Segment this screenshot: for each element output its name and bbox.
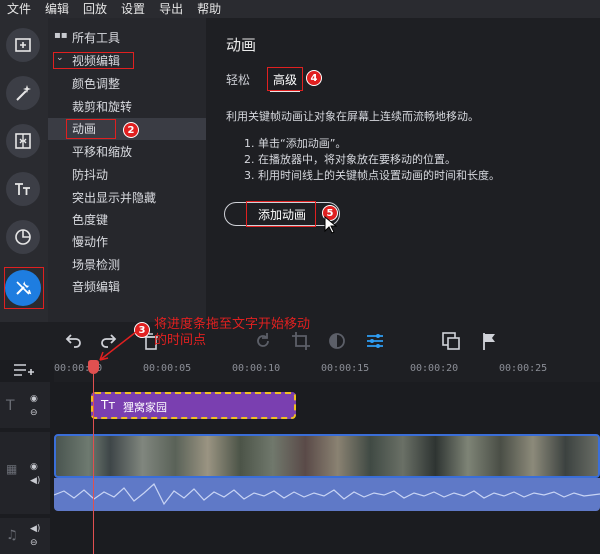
film-icon: ▦ [6,462,18,476]
waveform-graphic [53,483,600,506]
panel-title: 动画 [226,36,257,54]
title-clip-label: 狸窝家园 [123,401,167,414]
equalizer-icon[interactable] [364,330,386,352]
titles-icon [15,183,30,195]
magic-wand-icon [16,85,31,101]
add-track-icon[interactable] [13,361,35,379]
transitions-icon [15,133,31,149]
ruler-tick-25: 00:00:25 [499,363,548,374]
tool-audio-editing[interactable]: 音频编辑 [72,279,120,295]
mouse-cursor-icon [324,216,338,234]
settings-panel: 动画 轻松 高级 4 利用关键帧动画让对象在屏幕上连续而流畅地移动。 1. 单击… [206,18,600,322]
tool-stabilization[interactable]: 防抖动 [72,167,108,183]
annotation-box-add-animation [246,201,316,227]
annotation-box-advanced [267,67,303,91]
tool-color-adjust[interactable]: 颜色调整 [72,76,120,92]
tool-crop-rotate[interactable]: 裁剪和旋转 [72,99,132,115]
menu-export[interactable]: 导出 [152,0,190,18]
audio-speaker-icon[interactable]: ◀) [30,524,40,534]
color-adjust-icon[interactable] [326,330,348,352]
menu-bar: 文件 编辑 回放 设置 导出 帮助 [0,0,600,18]
video-track-header: ▦ ◉ ◀) [0,432,50,514]
playhead-line [93,366,94,554]
tools-panel: ▪▪ 所有工具 ⌄ 视频编辑 颜色调整 裁剪和旋转 动画 2 平移和缩放 防抖动… [48,18,206,322]
title-track-header: T ◉ ⊖ [0,382,50,428]
tool-chroma-key[interactable]: 色度键 [72,212,108,228]
video-clip-thumbnails[interactable] [54,434,600,478]
speaker-icon[interactable]: ◀) [30,476,40,486]
step-3-text: 3. 利用时间线上的关键帧点设置动画的时间和长度。 [244,169,500,182]
eye-icon[interactable]: ◉ [30,394,38,404]
grid-icon: ▪▪ [54,30,68,41]
ruler-tick-10: 00:00:10 [232,363,281,374]
titles-button[interactable] [6,172,40,206]
undo-icon[interactable] [62,330,84,352]
menu-playback[interactable]: 回放 [76,0,114,18]
step-2-text: 2. 在播放器中，将对象放在要移动的位置。 [244,153,456,166]
tool-pan-zoom[interactable]: 平移和缩放 [72,144,132,160]
overlay-icon[interactable] [440,330,462,352]
tool-slow-motion[interactable]: 慢动作 [72,234,108,250]
menu-help[interactable]: 帮助 [190,0,228,18]
title-clip-icon: Tт [101,398,116,412]
side-rail: 1 [0,18,64,322]
annotation-badge-2: 2 [123,122,139,138]
audio-waveform-clip[interactable] [53,478,600,511]
video-eye-icon[interactable]: ◉ [30,462,38,472]
audio-link-icon[interactable]: ⊖ [30,538,38,548]
annotation-note: 将进度条拖至文字开始移动的时间点 [154,317,311,348]
menu-file[interactable]: 文件 [0,0,38,18]
tool-highlight-conceal[interactable]: 突出显示并隐藏 [72,190,156,206]
annotation-box-tools [4,267,44,309]
tab-easy[interactable]: 轻松 [226,71,250,88]
step-1-text: 1. 单击“添加动画”。 [244,137,347,150]
menu-edit[interactable]: 编辑 [38,0,76,18]
import-button[interactable] [6,28,40,62]
annotation-badge-4: 4 [306,70,322,86]
stickers-button[interactable] [6,220,40,254]
ruler-tick-20: 00:00:20 [410,363,459,374]
stickers-icon [15,229,31,245]
ruler-tick-5: 00:00:05 [143,363,192,374]
title-clip[interactable]: Tт 狸窝家园 [91,392,296,419]
ruler-tick-15: 00:00:15 [321,363,370,374]
link-icon[interactable]: ⊖ [30,408,38,418]
tool-all-tools[interactable]: 所有工具 [72,30,120,46]
tool-scene-detection[interactable]: 场景检测 [72,257,120,273]
filters-button[interactable] [6,76,40,110]
music-note-icon: ♫ [6,528,18,543]
annotation-box-animation [66,119,116,139]
annotation-box-video-editing [53,52,134,69]
audio-track-header: ♫ ◀) ⊖ [0,518,50,554]
marker-flag-icon[interactable] [478,330,500,352]
description-text: 利用关键帧动画让对象在屏幕上连续而流畅地移动。 [226,110,479,123]
title-track-icon: T [6,398,15,414]
menu-settings[interactable]: 设置 [114,0,152,18]
annotation-arrow [99,331,137,361]
timeline-tracks: T ◉ ⊖ Tт 狸窝家园 ▦ ◉ ◀) ♫ ◀) ⊖ [0,382,600,554]
transitions-button[interactable] [6,124,40,158]
import-icon [15,38,31,52]
